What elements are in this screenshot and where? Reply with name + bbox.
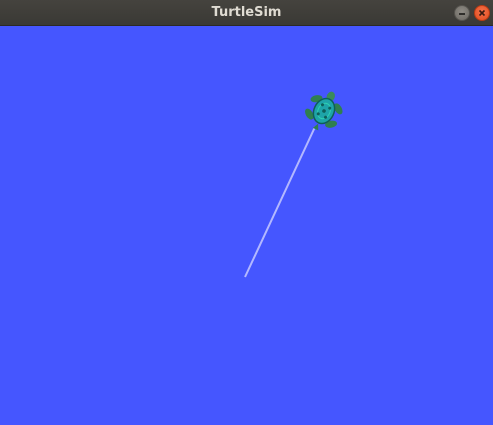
minimize-icon bbox=[459, 13, 465, 15]
window-title: TurtleSim bbox=[211, 5, 282, 20]
close-button[interactable] bbox=[474, 5, 490, 21]
minimize-button[interactable] bbox=[454, 5, 470, 21]
turtle-canvas bbox=[0, 26, 493, 425]
close-icon bbox=[478, 9, 486, 17]
turtlesim-window: TurtleSim bbox=[0, 0, 493, 425]
canvas-svg bbox=[0, 26, 493, 425]
canvas-background bbox=[0, 26, 493, 425]
title-bar[interactable]: TurtleSim bbox=[0, 0, 493, 26]
